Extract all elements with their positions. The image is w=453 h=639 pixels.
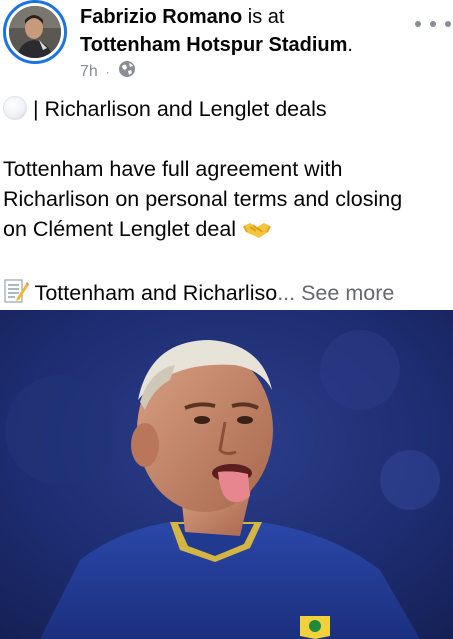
post-header: Fabrizio Romano is at Tottenham Hotspur … bbox=[0, 0, 453, 90]
more-options-icon[interactable] bbox=[415, 14, 451, 34]
post-body-line-1: Tottenham have full agreement with bbox=[3, 157, 343, 181]
check-in-connector: is at bbox=[242, 6, 285, 28]
post-meta: 7h · bbox=[80, 60, 136, 83]
globe-icon bbox=[118, 60, 136, 83]
post-teaser: Tottenham and Richarliso... See more bbox=[3, 278, 451, 312]
check-in-place[interactable]: Tottenham Hotspur Stadium bbox=[80, 34, 347, 56]
place-suffix: . bbox=[347, 34, 353, 56]
memo-emoji bbox=[3, 278, 29, 312]
author-avatar[interactable] bbox=[3, 0, 67, 64]
white-circle-emoji bbox=[3, 96, 27, 120]
post-body-line-2: Richarlison on personal terms and closin… bbox=[3, 187, 403, 211]
meta-separator: · bbox=[105, 64, 110, 79]
ellipsis: ... bbox=[277, 281, 296, 305]
handshake-emoji bbox=[242, 218, 272, 248]
author-name[interactable]: Fabrizio Romano bbox=[80, 6, 242, 28]
post-headline: | Richarlison and Lenglet deals bbox=[3, 94, 451, 124]
post-time[interactable]: 7h bbox=[80, 63, 98, 81]
see-more-link[interactable]: See more bbox=[301, 281, 394, 305]
avatar-image bbox=[9, 6, 61, 58]
post-text: | Richarlison and Lenglet deals Tottenha… bbox=[3, 94, 451, 312]
post-body-line-3: on Clément Lenglet deal bbox=[3, 214, 451, 248]
post-header-text: Fabrizio Romano is at Tottenham Hotspur … bbox=[80, 3, 410, 59]
post-photo[interactable] bbox=[0, 310, 453, 639]
